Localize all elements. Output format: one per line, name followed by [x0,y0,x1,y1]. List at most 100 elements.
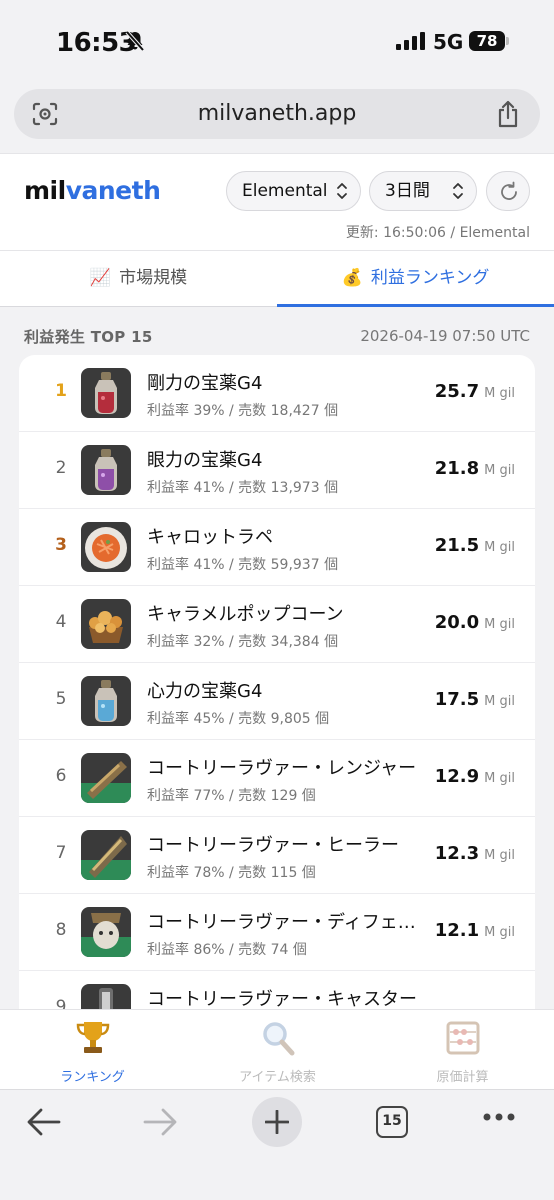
profit-value: 25.7 M gil [435,381,515,402]
rank-number: 7 [55,843,67,863]
ranking-row[interactable]: 3 キャロットラペ 利益率 41% / 売数 59,937 個 21.5 M gi… [19,509,535,586]
profit-amount: 25.7 [434,381,480,402]
magnifier-icon [185,1020,370,1056]
item-stats: 利益率 77% / 売数 129 個 [147,788,316,804]
section-title: 利益発生 TOP 15 [24,328,153,346]
world-select[interactable]: Elemental [226,171,361,211]
ranking-row[interactable]: 5 心力の宝薬G4 利益率 45% / 売数 9,805 個 17.5 M gil [19,663,535,740]
ranking-row[interactable]: 1 剛力の宝薬G4 利益率 39% / 売数 18,427 個 25.7 M gi… [19,355,535,432]
app-logo[interactable]: milvaneth [24,176,161,205]
section-timestamp: 2026-04-19 07:50 UTC [360,327,530,345]
profit-amount: 21.5 [434,535,480,556]
potion-purple-icon [81,445,131,495]
profit-amount: 17.5 [434,689,480,710]
share-icon[interactable] [496,100,520,128]
url-text[interactable]: milvaneth.app [14,101,540,126]
gear-caster-icon [81,984,131,1009]
ranking-row[interactable]: 2 眼力の宝薬G4 利益率 41% / 売数 13,973 個 21.8 M gi… [19,432,535,509]
trophy-icon [0,1020,185,1056]
nav-item-search[interactable]: アイテム検索 [185,1020,370,1085]
back-arrow-icon[interactable] [26,1106,62,1138]
battery-icon: 78 [469,31,505,51]
profit-amount: 21.8 [434,458,480,479]
profit-unit: M gil [484,540,515,555]
tab-label: 利益ランキング [370,268,490,288]
item-stats: 利益率 86% / 売数 74 個 [147,942,307,958]
item-stats: 利益率 45% / 売数 9,805 個 [147,711,330,727]
potion-blue-icon [81,676,131,726]
rank-number: 9 [55,997,67,1009]
chevron-up-down-icon [453,183,463,199]
logo-part-2: vaneth [65,176,161,205]
world-select-value: Elemental [242,181,328,201]
address-bar[interactable]: milvaneth.app [14,89,540,139]
chart-up-icon: 📈 [89,268,112,288]
browser-toolbar: 15 [0,1089,554,1200]
item-stats: 利益率 41% / 売数 13,973 個 [147,480,339,496]
profit-value: 12.9 M gil [435,766,515,787]
tab-bar: 📈 市場規模 💰 利益ランキング [0,251,554,307]
carrot-salad-icon [81,522,131,572]
logo-part-1: mil [24,176,66,205]
period-select[interactable]: 3日間 [369,171,477,211]
ranking-row[interactable]: 8 コートリーラヴァー・ディフェンダー 利益率 86% / 売数 74 個 12… [19,894,535,971]
item-stats: 利益率 78% / 売数 115 個 [147,865,316,881]
nav-ranking[interactable]: ランキング [0,1020,185,1085]
item-name: 剛力の宝薬G4 [147,373,263,394]
item-name: 眼力の宝薬G4 [147,450,263,471]
profit-value: 17.5 M gil [435,689,515,710]
rank-number: 4 [55,612,67,632]
profit-unit: M gil [484,771,515,786]
profit-amount: 20.0 [434,612,480,633]
nav-label: ランキング [60,1070,125,1085]
ranking-row[interactable]: 4 キャラメルポップコーン 利益率 32% / 売数 34,384 個 20.0… [19,586,535,663]
ranking-list: 1 剛力の宝薬G4 利益率 39% / 売数 18,427 個 25.7 M gi… [19,355,535,1009]
ranking-row[interactable]: 7 コートリーラヴァー・ヒーラー 利益率 78% / 売数 115 個 12.3… [19,817,535,894]
refresh-icon [501,181,517,200]
popcorn-icon [81,599,131,649]
profit-amount: 12.9 [434,766,480,787]
nav-cost-calc[interactable]: 原価計算 [370,1020,554,1085]
more-icon[interactable] [482,1112,516,1122]
profit-unit: M gil [484,925,515,940]
item-stats: 利益率 39% / 売数 18,427 個 [147,403,339,419]
profit-unit: M gil [484,617,515,632]
gear-healer-icon [81,830,131,880]
profit-value: 21.5 M gil [435,535,515,556]
item-name: コートリーラヴァー・ディフェンダー [147,912,427,933]
last-updated: 更新: 16:50:06 / Elemental [345,225,530,241]
item-name: キャラメルポップコーン [147,604,344,625]
forward-arrow-icon[interactable] [142,1106,178,1138]
gear-ranger-icon [81,753,131,803]
new-tab-button[interactable] [252,1097,302,1147]
ranking-row[interactable]: 9 コートリーラヴァー・キャスター [19,971,535,1009]
profit-unit: M gil [484,463,515,478]
item-stats: 利益率 32% / 売数 34,384 個 [147,634,339,650]
plus-icon [265,1110,289,1134]
tab-profit-ranking[interactable]: 💰 利益ランキング [277,251,554,307]
profit-value: 12.3 M gil [435,843,515,864]
app-bottom-nav: ランキング アイテム検索 原価計算 [0,1009,554,1089]
cellular-signal-icon [396,32,425,50]
tab-market-size[interactable]: 📈 市場規模 [0,251,277,307]
profit-unit: M gil [484,694,515,709]
profit-value: 12.1 M gil [435,920,515,941]
rank-number: 8 [55,920,67,940]
status-bar: 16:53 5G 78 [0,0,554,80]
rank-number: 2 [55,458,67,478]
refresh-button[interactable] [486,171,530,211]
rank-number: 5 [55,689,67,709]
abacus-icon [370,1020,554,1056]
app-header: milvaneth Elemental 3日間 更新: 16:50:06 / E… [0,153,554,251]
nav-label: アイテム検索 [239,1070,316,1085]
tab-switcher-button[interactable]: 15 [376,1106,408,1138]
profit-unit: M gil [484,848,515,863]
item-name: コートリーラヴァー・レンジャー [147,758,417,779]
chevron-up-down-icon [337,183,347,199]
rank-number: 1 [55,381,67,401]
item-name: キャロットラペ [147,527,273,548]
profit-amount: 12.3 [434,843,480,864]
ranking-row[interactable]: 6 コートリーラヴァー・レンジャー 利益率 77% / 売数 129 個 12.… [19,740,535,817]
item-name: 心力の宝薬G4 [147,681,263,702]
profit-value: 20.0 M gil [435,612,515,633]
